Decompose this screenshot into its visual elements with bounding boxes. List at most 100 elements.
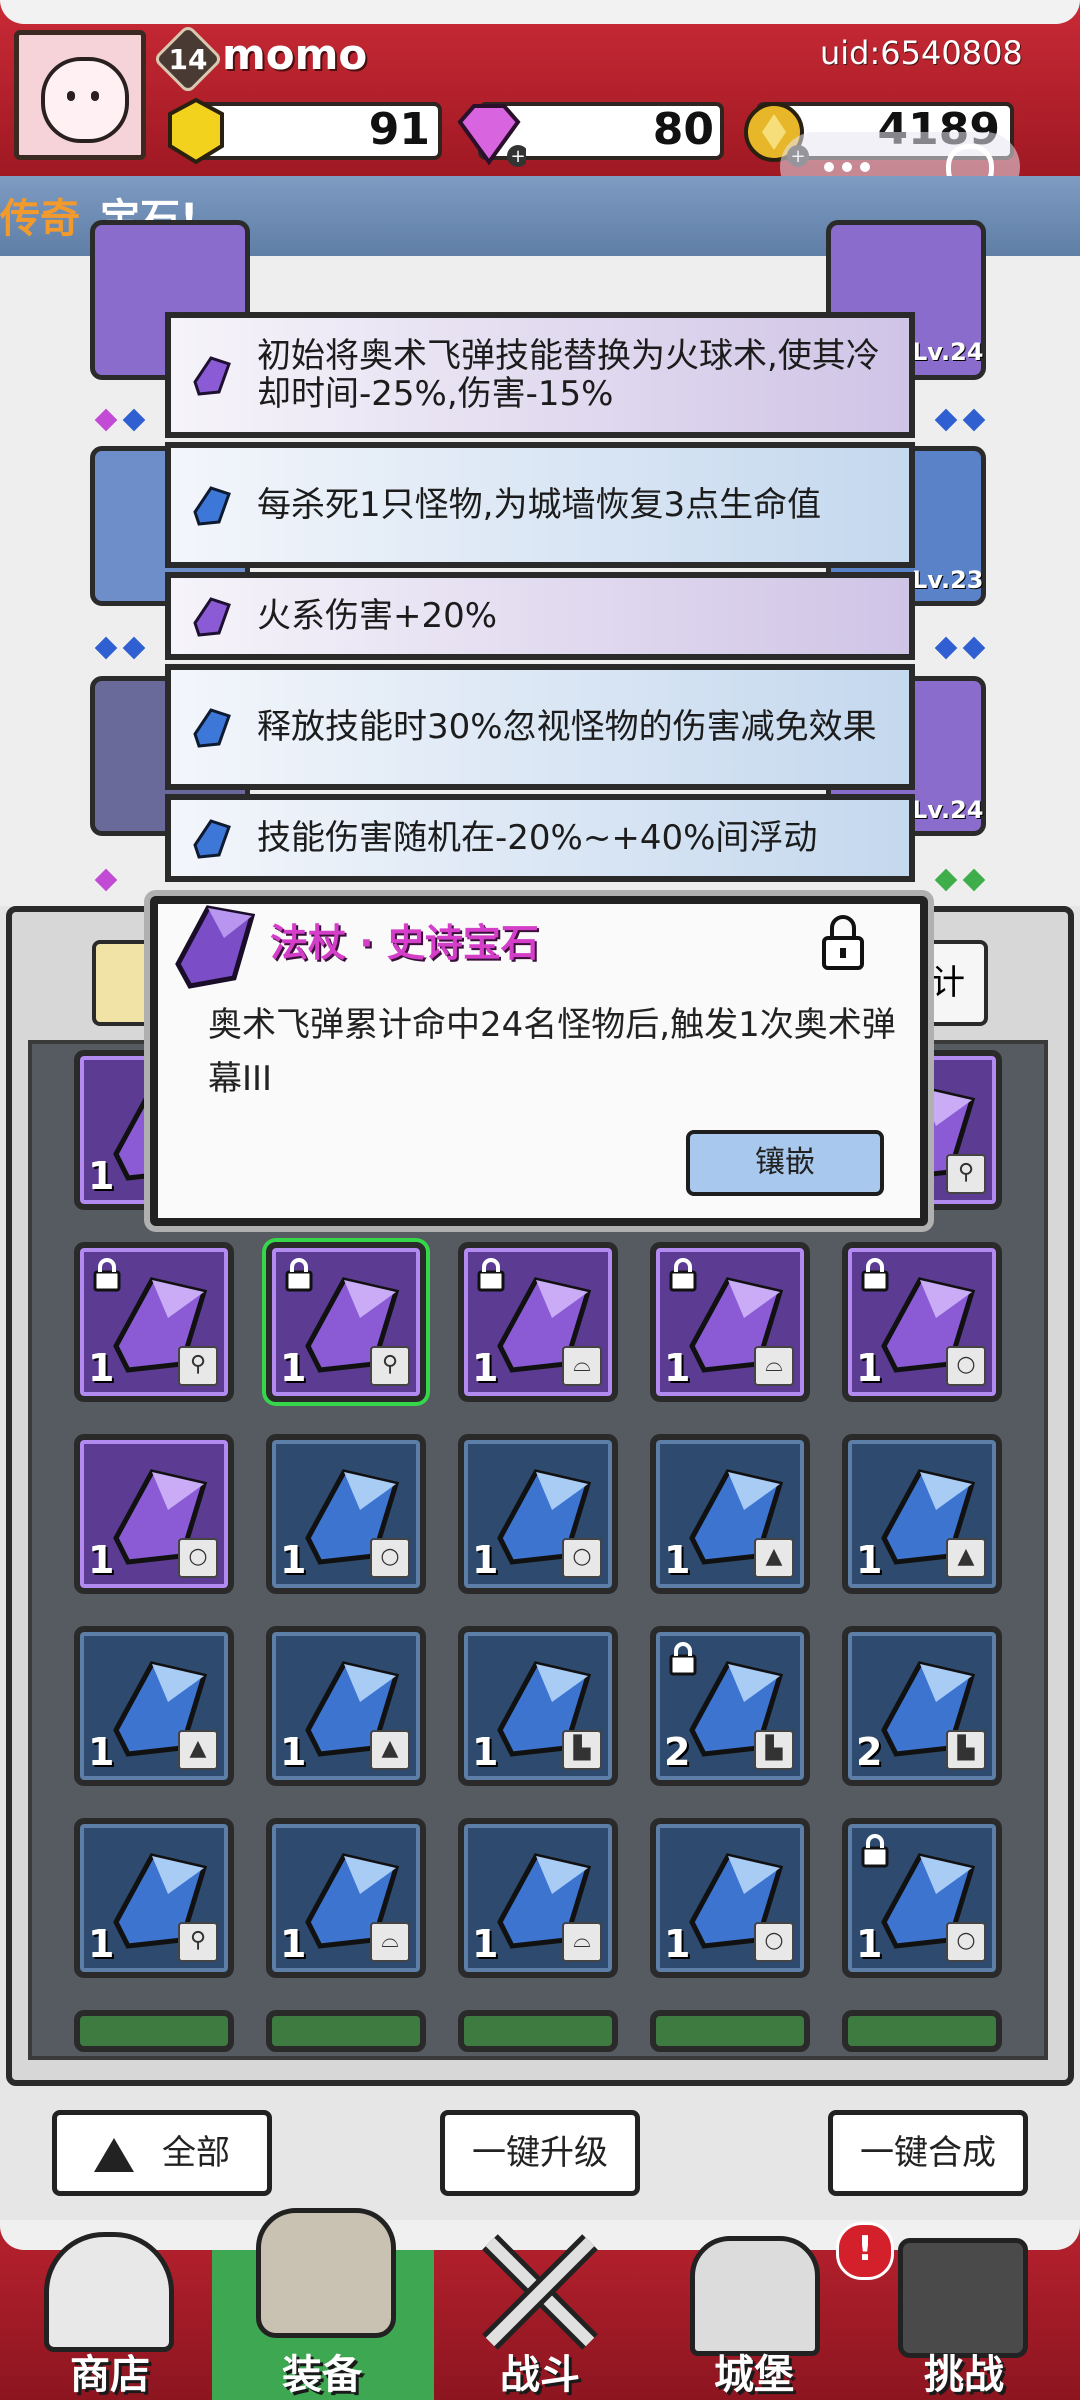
filter-icon bbox=[94, 2137, 134, 2172]
nav-castle[interactable]: 城堡 bbox=[654, 2228, 854, 2400]
lock-icon[interactable] bbox=[818, 912, 868, 972]
lock-icon bbox=[861, 1834, 889, 1868]
armor-type-icon: ▲ bbox=[946, 1538, 986, 1578]
armor-challenge-icon bbox=[898, 2238, 1028, 2358]
lock-icon bbox=[285, 1258, 313, 1292]
equip-level-amulet: Lv.24 bbox=[912, 796, 984, 824]
castle-icon bbox=[690, 2236, 820, 2356]
shop-icon bbox=[44, 2232, 174, 2352]
ring-type-icon: ○ bbox=[946, 1346, 986, 1386]
blue-gem-cell[interactable]: 1 ⌓ bbox=[458, 1818, 618, 1978]
affix-text: 每杀死1只怪物,为城墙恢复3点生命值 bbox=[257, 485, 822, 525]
blue-gem-icon bbox=[193, 819, 231, 859]
green-gem-cell[interactable] bbox=[842, 2010, 1002, 2052]
nav-challenge[interactable]: 挑战 bbox=[864, 2228, 1064, 2400]
blue-gem-cell[interactable]: 1 ▙ bbox=[458, 1626, 618, 1786]
hat-type-icon: ⌓ bbox=[754, 1346, 794, 1386]
ring-type-icon: ○ bbox=[946, 1922, 986, 1962]
blue-gem-cell[interactable]: 1 ⌓ bbox=[266, 1818, 426, 1978]
green-gem-cell[interactable] bbox=[650, 2010, 810, 2052]
blue-gem-cell[interactable]: 1 ▲ bbox=[842, 1434, 1002, 1594]
upgrade-all-button[interactable]: 一键升级 bbox=[440, 2110, 640, 2196]
affix-text: 释放技能时30%忽视怪物的伤害减免效果 bbox=[257, 707, 877, 747]
lock-icon bbox=[477, 1258, 505, 1292]
staff-type-icon: ⚲ bbox=[370, 1346, 410, 1386]
gem-quantity: 1 bbox=[88, 1730, 115, 1774]
blue-gem-cell[interactable]: 1 ○ bbox=[842, 1818, 1002, 1978]
ring-type-icon: ○ bbox=[754, 1922, 794, 1962]
gem-quantity: 1 bbox=[280, 1346, 307, 1390]
gem-quantity: 2 bbox=[664, 1730, 691, 1774]
blue-gem-cell[interactable]: 1 ○ bbox=[650, 1818, 810, 1978]
purple-gem-icon bbox=[193, 356, 231, 396]
gem-quantity: 1 bbox=[88, 1922, 115, 1966]
gem-quantity: 1 bbox=[664, 1538, 691, 1582]
nav-equipment[interactable]: 装备 bbox=[222, 2200, 422, 2400]
lock-icon bbox=[669, 1258, 697, 1292]
ring-type-icon: ○ bbox=[370, 1538, 410, 1578]
green-gem-cell[interactable] bbox=[74, 2010, 234, 2052]
blue-gem-cell[interactable]: 2 ▙ bbox=[842, 1626, 1002, 1786]
gem-quantity: 1 bbox=[280, 1922, 307, 1966]
ring-type-icon: ○ bbox=[178, 1538, 218, 1578]
boot-type-icon: ▙ bbox=[754, 1730, 794, 1770]
inlay-button[interactable]: 镶嵌 bbox=[686, 1130, 884, 1196]
armor-type-icon: ▲ bbox=[754, 1538, 794, 1578]
purple-gem-cell[interactable]: 1⚲ bbox=[74, 1242, 234, 1402]
avatar[interactable] bbox=[14, 30, 146, 160]
blue-gem-cell[interactable]: 1 ▲ bbox=[266, 1626, 426, 1786]
gem-amount: 80 bbox=[652, 104, 714, 155]
gem-quantity: 1 bbox=[280, 1538, 307, 1582]
affix-text: 技能伤害随机在-20%~+40%间浮动 bbox=[257, 818, 818, 858]
blue-gem-cell[interactable]: 1 ▲ bbox=[74, 1626, 234, 1786]
purple-gem-cell[interactable]: 1 ○ bbox=[74, 1434, 234, 1594]
gem-description: 奥术飞弹累计命中24名怪物后,触发1次奥术弹幕III bbox=[208, 1005, 896, 1099]
armor-type-icon: ▲ bbox=[178, 1730, 218, 1770]
blue-gem-cell[interactable]: 1 ⚲ bbox=[74, 1818, 234, 1978]
staff-type-icon: ⚲ bbox=[178, 1922, 218, 1962]
gem-quantity: 1 bbox=[472, 1922, 499, 1966]
merge-all-button[interactable]: 一键合成 bbox=[828, 2110, 1028, 2196]
purple-gem-cell[interactable]: 1 ⌓ bbox=[650, 1242, 810, 1402]
purple-gem-cell[interactable]: 1 ○ bbox=[842, 1242, 1002, 1402]
player-level: 14 bbox=[168, 43, 208, 76]
affix-row: 技能伤害随机在-20%~+40%间浮动 bbox=[165, 794, 915, 882]
green-gem-cell[interactable] bbox=[266, 2010, 426, 2052]
filter-all-button[interactable]: 全部 bbox=[52, 2110, 272, 2196]
backpack-icon bbox=[256, 2208, 396, 2338]
banner-legendary-text: 传奇 bbox=[0, 196, 80, 242]
gem-quantity: 1 bbox=[856, 1922, 883, 1966]
username: momo bbox=[222, 30, 368, 79]
gem-quantity: 1 bbox=[856, 1538, 883, 1582]
crossed-swords-icon bbox=[482, 2234, 598, 2350]
gold-hex-icon bbox=[168, 97, 224, 165]
nav-shop[interactable]: 商店 bbox=[10, 2228, 210, 2400]
gem-quantity: 1 bbox=[472, 1538, 499, 1582]
gem-quantity: 1 bbox=[472, 1346, 499, 1390]
nav-label: 城堡 bbox=[714, 2352, 794, 2398]
purple-gem-cell[interactable]: 1 ⌓ bbox=[458, 1242, 618, 1402]
affix-row: 每杀死1只怪物,为城墙恢复3点生命值 bbox=[165, 442, 915, 568]
blue-gem-icon bbox=[193, 486, 231, 526]
green-gem-cell[interactable] bbox=[458, 2010, 618, 2052]
nav-battle[interactable]: 战斗 bbox=[440, 2228, 640, 2400]
blue-gem-cell[interactable]: 2 ▙ bbox=[650, 1626, 810, 1786]
staff-type-icon: ⚲ bbox=[178, 1346, 218, 1386]
purple-gem-cell[interactable]: 1⚲ bbox=[266, 1242, 426, 1402]
purple-gem-icon bbox=[193, 597, 231, 637]
equip-level-ring: Lv.23 bbox=[912, 566, 984, 594]
filter-label: 全部 bbox=[162, 2133, 230, 2173]
avatar-face bbox=[41, 57, 129, 143]
gem-title: 法杖 · 史诗宝石 bbox=[270, 921, 539, 965]
lock-icon bbox=[861, 1258, 889, 1292]
armor-type-icon: ▲ bbox=[370, 1730, 410, 1770]
hat-type-icon: ⌓ bbox=[562, 1922, 602, 1962]
blue-gem-cell[interactable]: 1 ○ bbox=[266, 1434, 426, 1594]
blue-gem-cell[interactable]: 1 ▲ bbox=[650, 1434, 810, 1594]
blue-gem-cell[interactable]: 1 ○ bbox=[458, 1434, 618, 1594]
notification-badge: ! bbox=[836, 2222, 894, 2280]
nav-label: 挑战 bbox=[924, 2352, 1004, 2398]
gem-quantity: 1 bbox=[88, 1538, 115, 1582]
boot-type-icon: ▙ bbox=[946, 1730, 986, 1770]
gem-quantity: 1 bbox=[88, 1154, 115, 1198]
